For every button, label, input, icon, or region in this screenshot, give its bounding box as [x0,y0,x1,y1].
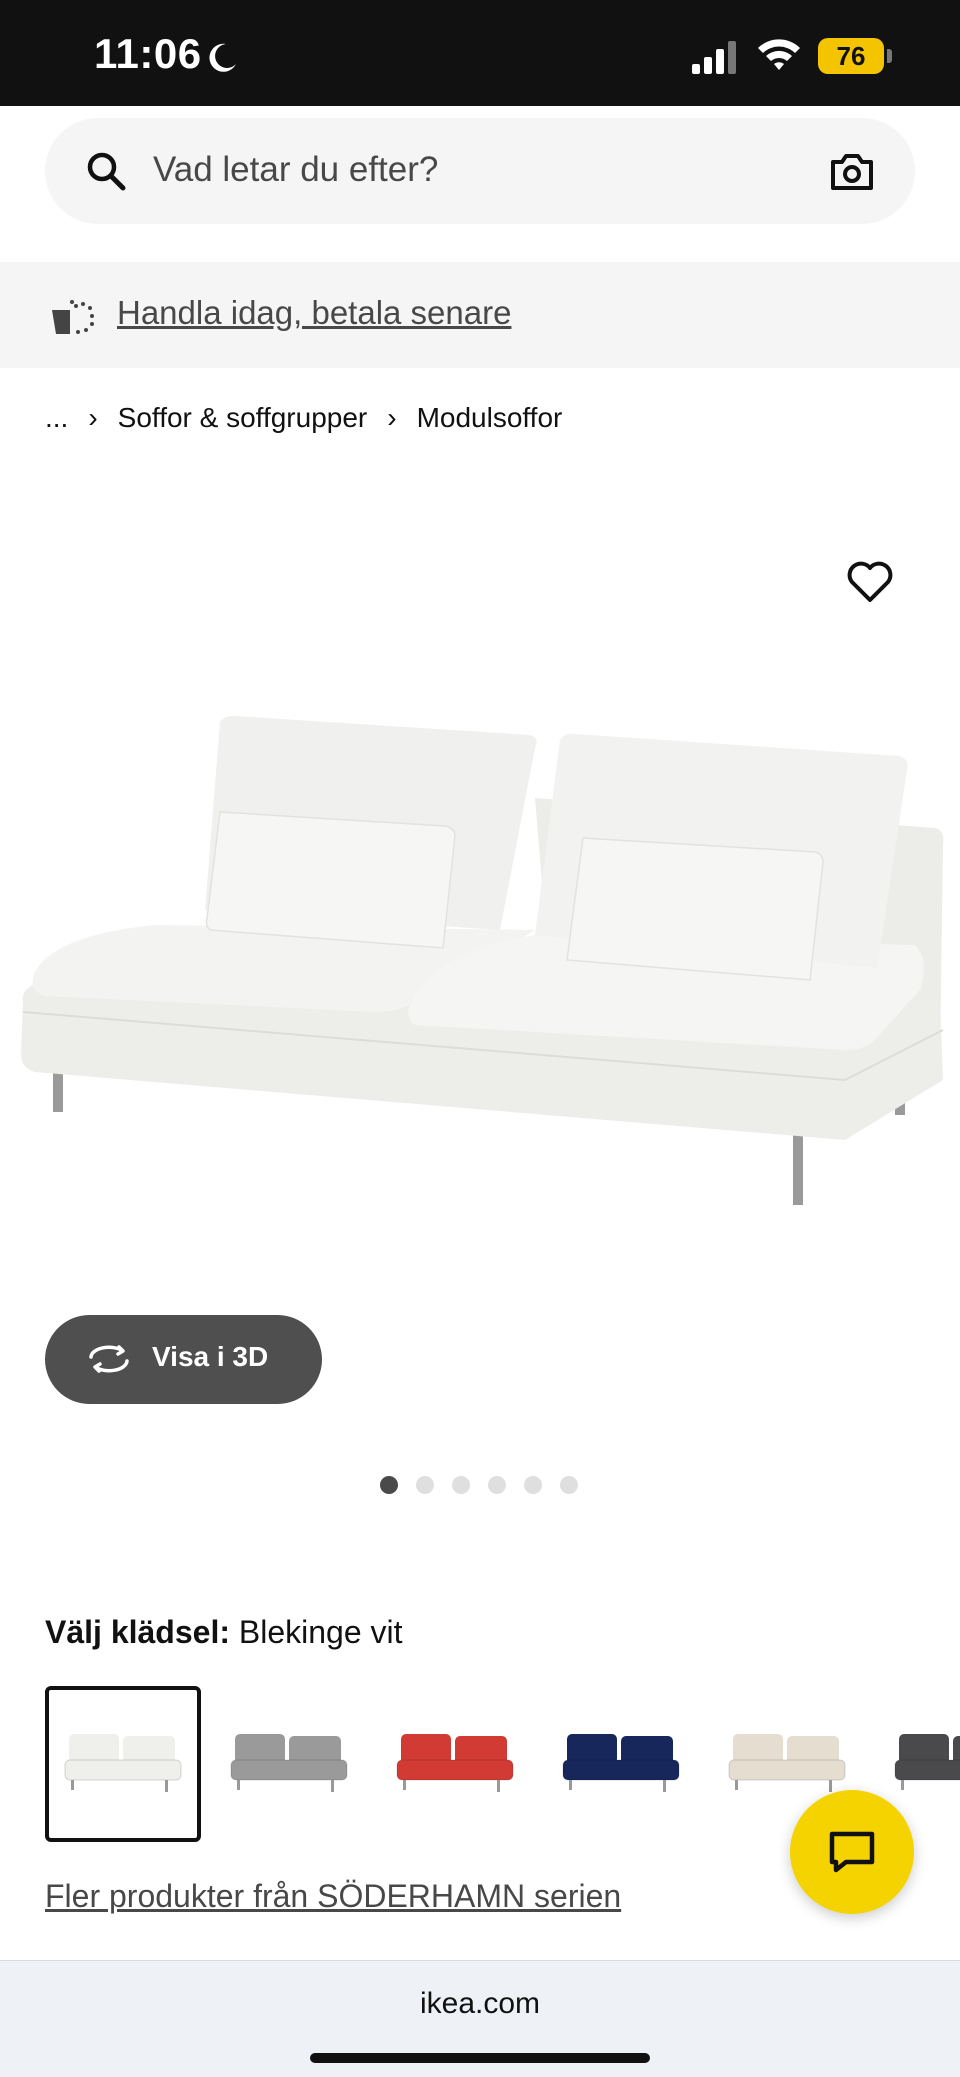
swatch-sofa-thumbnail [562,1734,680,1792]
material-swatch[interactable] [211,1686,367,1842]
material-swatch[interactable] [543,1686,699,1842]
battery-level: 76 [818,38,892,74]
material-label: Välj klädsel: Blekinge vit [45,1614,403,1651]
breadcrumb-item-modular-sofas[interactable]: Modulsoffor [417,402,563,434]
search-icon [87,152,126,191]
status-bar: 11:06 76 [0,0,960,106]
camera-icon[interactable] [829,148,875,194]
status-time: 11:06 [94,30,202,77]
swatch-sofa-thumbnail [230,1734,348,1792]
image-pagination [380,1476,578,1494]
material-selected-value: Blekinge vit [238,1614,403,1650]
material-swatch[interactable] [45,1686,201,1842]
chevron-right-icon: › [387,402,397,433]
view-3d-label: Visa i 3D [152,1341,269,1372]
chevron-right-icon: › [88,402,98,433]
swatch-sofa-thumbnail [64,1734,182,1792]
pagination-dot-4[interactable] [488,1476,506,1494]
pagination-dot-5[interactable] [524,1476,542,1494]
cellular-signal-icon [692,41,736,74]
chat-button[interactable] [790,1790,914,1914]
pagination-dot-1[interactable] [380,1476,398,1494]
home-indicator [310,2053,650,2063]
view-3d-button[interactable]: Visa i 3D [45,1315,322,1404]
swatch-sofa-thumbnail [894,1734,960,1790]
promo-link[interactable]: Handla idag, betala senare [117,294,511,332]
breadcrumb-ellipsis[interactable]: ... [45,402,68,434]
shopping-bag-icon [52,300,94,334]
breadcrumb: ... › Soffor & soffgrupper › Modulsoffor [45,398,562,438]
material-swatch[interactable] [377,1686,533,1842]
pagination-dot-6[interactable] [560,1476,578,1494]
battery-icon: 76 [818,38,892,74]
browser-url-bar[interactable]: ikea.com [0,1960,960,2077]
swatch-sofa-thumbnail [728,1734,846,1792]
rotate-3d-icon [89,1345,129,1373]
wifi-icon [758,39,800,70]
pagination-dot-2[interactable] [416,1476,434,1494]
search-bar[interactable]: Vad letar du efter? [45,118,915,224]
search-input[interactable]: Vad letar du efter? [153,150,438,190]
promo-banner[interactable]: Handla idag, betala senare [0,262,960,368]
heart-icon[interactable] [846,560,894,604]
url-text[interactable]: ikea.com [0,1987,960,2021]
moon-icon [209,43,236,72]
chat-icon [829,1831,875,1873]
material-label-title: Välj klädsel: [45,1614,230,1650]
more-products-link[interactable]: Fler produkter från SÖDERHAMN serien [45,1878,621,1915]
breadcrumb-item-sofas[interactable]: Soffor & soffgrupper [118,402,368,434]
pagination-dot-3[interactable] [452,1476,470,1494]
swatch-sofa-thumbnail [396,1734,514,1792]
product-image[interactable] [15,700,945,1240]
